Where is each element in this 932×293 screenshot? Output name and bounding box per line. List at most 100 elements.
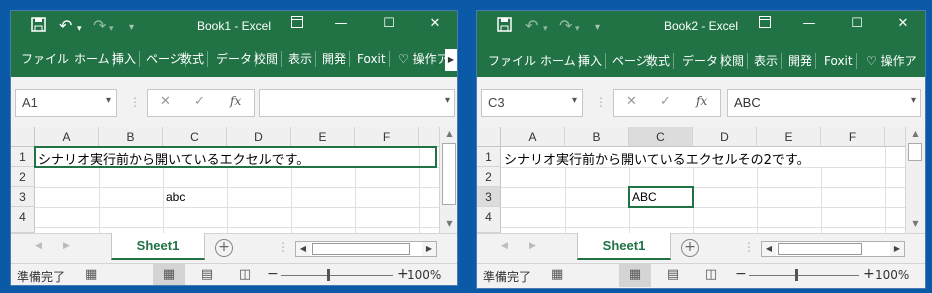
- page-break-icon[interactable]: ◫: [695, 264, 727, 287]
- tab-developer[interactable]: 開発: [785, 53, 817, 69]
- page-break-icon[interactable]: ◫: [229, 264, 261, 285]
- column-header-b[interactable]: B: [565, 127, 629, 147]
- row-header-2[interactable]: 2: [477, 167, 501, 187]
- ribbon-display-icon[interactable]: [287, 16, 307, 32]
- column-header-e[interactable]: E: [757, 127, 821, 147]
- ribbon-scroll-right-icon[interactable]: ▶: [445, 49, 457, 71]
- row-header-3[interactable]: 3: [11, 187, 35, 207]
- worksheet-grid[interactable]: A B C D E F 1 2 3 4 シナリオ実行前から開いているエクセルその…: [477, 127, 905, 233]
- column-header-a[interactable]: A: [501, 127, 565, 147]
- sheet-nav-left-icon[interactable]: ◀: [35, 241, 42, 251]
- maximize-icon[interactable]: ☐: [379, 16, 399, 31]
- tab-formulas[interactable]: 数式: [177, 51, 209, 67]
- tab-data[interactable]: データ: [679, 53, 723, 69]
- close-icon[interactable]: ✕: [893, 16, 913, 31]
- horizontal-scroll-thumb[interactable]: [778, 243, 862, 255]
- zoom-slider-knob[interactable]: [795, 269, 798, 281]
- tab-file[interactable]: ファイル: [485, 53, 539, 69]
- zoom-slider-knob[interactable]: [327, 269, 330, 281]
- select-all-corner[interactable]: [477, 127, 501, 147]
- close-icon[interactable]: ✕: [425, 16, 445, 31]
- formula-input[interactable]: ABC ▾: [727, 89, 921, 117]
- macro-record-icon[interactable]: ▦: [551, 267, 563, 282]
- tab-home[interactable]: ホーム: [537, 53, 580, 69]
- worksheet-grid[interactable]: A B C D E F 1 2 3 4 シナリオ実行前から開いているエクセルです…: [11, 127, 439, 233]
- page-layout-icon[interactable]: ▤: [191, 264, 223, 285]
- sheet-nav-right-icon[interactable]: ▶: [63, 241, 70, 251]
- tab-home[interactable]: ホーム: [71, 51, 114, 67]
- plus-circle-icon[interactable]: +: [681, 239, 699, 257]
- chevron-down-icon[interactable]: ▾: [106, 95, 111, 106]
- zoom-slider-track[interactable]: [281, 275, 393, 276]
- cell-a1[interactable]: シナリオ実行前から開いているエクセルです。: [38, 149, 309, 168]
- tab-review[interactable]: 校閲: [717, 53, 749, 69]
- sheet-tab-sheet1[interactable]: Sheet1: [577, 233, 671, 260]
- normal-view-icon[interactable]: ▦: [153, 264, 185, 285]
- column-header-e[interactable]: E: [291, 127, 355, 147]
- row-header-1[interactable]: 1: [477, 147, 501, 167]
- tab-view[interactable]: 表示: [751, 53, 783, 69]
- name-box[interactable]: A1 ▾: [15, 89, 117, 117]
- minimize-icon[interactable]: —: [331, 16, 351, 31]
- tab-insert[interactable]: 挿入: [109, 51, 141, 67]
- select-all-corner[interactable]: [11, 127, 35, 147]
- grip-dots-icon[interactable]: ⋮: [595, 95, 607, 109]
- name-box[interactable]: C3 ▾: [481, 89, 583, 117]
- tab-developer[interactable]: 開発: [319, 51, 351, 67]
- fx-icon[interactable]: fx: [696, 94, 707, 108]
- tab-foxit[interactable]: Foxit: [821, 53, 857, 69]
- horizontal-scroll-thumb[interactable]: [312, 243, 410, 255]
- zoom-level[interactable]: 100%: [407, 268, 441, 282]
- check-icon[interactable]: ✓: [660, 94, 671, 109]
- tab-insert[interactable]: 挿入: [575, 53, 607, 69]
- tab-view[interactable]: 表示: [285, 51, 317, 67]
- row-header-4[interactable]: 4: [11, 207, 35, 233]
- check-icon[interactable]: ✓: [194, 94, 205, 109]
- column-header-a[interactable]: A: [35, 127, 99, 147]
- tab-data[interactable]: データ: [213, 51, 257, 67]
- grip-dots-icon[interactable]: ⋮: [129, 95, 141, 109]
- page-layout-icon[interactable]: ▤: [657, 264, 689, 287]
- macro-record-icon[interactable]: ▦: [85, 267, 97, 282]
- fx-icon[interactable]: fx: [230, 94, 241, 108]
- column-header-c[interactable]: C: [629, 127, 693, 147]
- tell-me-box[interactable]: ♡ 操作ア: [395, 51, 452, 67]
- scroll-left-icon[interactable]: ◀: [296, 242, 310, 256]
- cancel-x-icon[interactable]: ✕: [626, 94, 637, 109]
- row-header-4[interactable]: 4: [477, 207, 501, 233]
- scroll-left-icon[interactable]: ◀: [762, 242, 776, 256]
- minimize-icon[interactable]: —: [799, 16, 819, 31]
- grip-dots-icon[interactable]: ⋮: [743, 240, 755, 254]
- column-header-f[interactable]: F: [355, 127, 419, 147]
- expand-formula-icon[interactable]: ▾: [911, 95, 916, 106]
- sheet-tab-sheet1[interactable]: Sheet1: [111, 233, 205, 260]
- tell-me-box[interactable]: ♡ 操作ア: [863, 53, 920, 69]
- vertical-scroll-thumb[interactable]: [908, 143, 922, 161]
- row-header-1[interactable]: 1: [11, 147, 35, 167]
- column-header-g[interactable]: [885, 127, 905, 147]
- horizontal-scrollbar[interactable]: ◀ ▶: [761, 241, 905, 257]
- tab-formulas[interactable]: 数式: [643, 53, 675, 69]
- tab-file[interactable]: ファイル: [18, 51, 72, 67]
- scroll-down-icon[interactable]: ▼: [906, 219, 925, 228]
- sheet-nav-left-icon[interactable]: ◀: [501, 241, 508, 251]
- sheet-nav-right-icon[interactable]: ▶: [529, 241, 536, 251]
- column-header-c[interactable]: C: [163, 127, 227, 147]
- vertical-scroll-thumb[interactable]: [442, 143, 456, 205]
- scroll-right-icon[interactable]: ▶: [422, 242, 436, 256]
- cancel-x-icon[interactable]: ✕: [160, 94, 171, 109]
- column-header-d[interactable]: D: [227, 127, 291, 147]
- column-header-f[interactable]: F: [821, 127, 885, 147]
- scroll-up-icon[interactable]: ▲: [906, 129, 925, 138]
- scroll-down-icon[interactable]: ▼: [440, 219, 457, 228]
- scroll-up-icon[interactable]: ▲: [440, 129, 457, 138]
- ribbon-display-icon[interactable]: [755, 16, 775, 32]
- row-header-3[interactable]: 3: [477, 187, 501, 207]
- zoom-in-icon[interactable]: +: [863, 266, 875, 282]
- cell-c3[interactable]: abc: [166, 190, 185, 204]
- vertical-scrollbar[interactable]: ▲ ▼: [905, 127, 925, 233]
- zoom-level[interactable]: 100%: [875, 268, 909, 282]
- cell-c3[interactable]: ABC: [632, 190, 657, 204]
- tab-review[interactable]: 校閲: [251, 51, 283, 67]
- horizontal-scrollbar[interactable]: ◀ ▶: [295, 241, 437, 257]
